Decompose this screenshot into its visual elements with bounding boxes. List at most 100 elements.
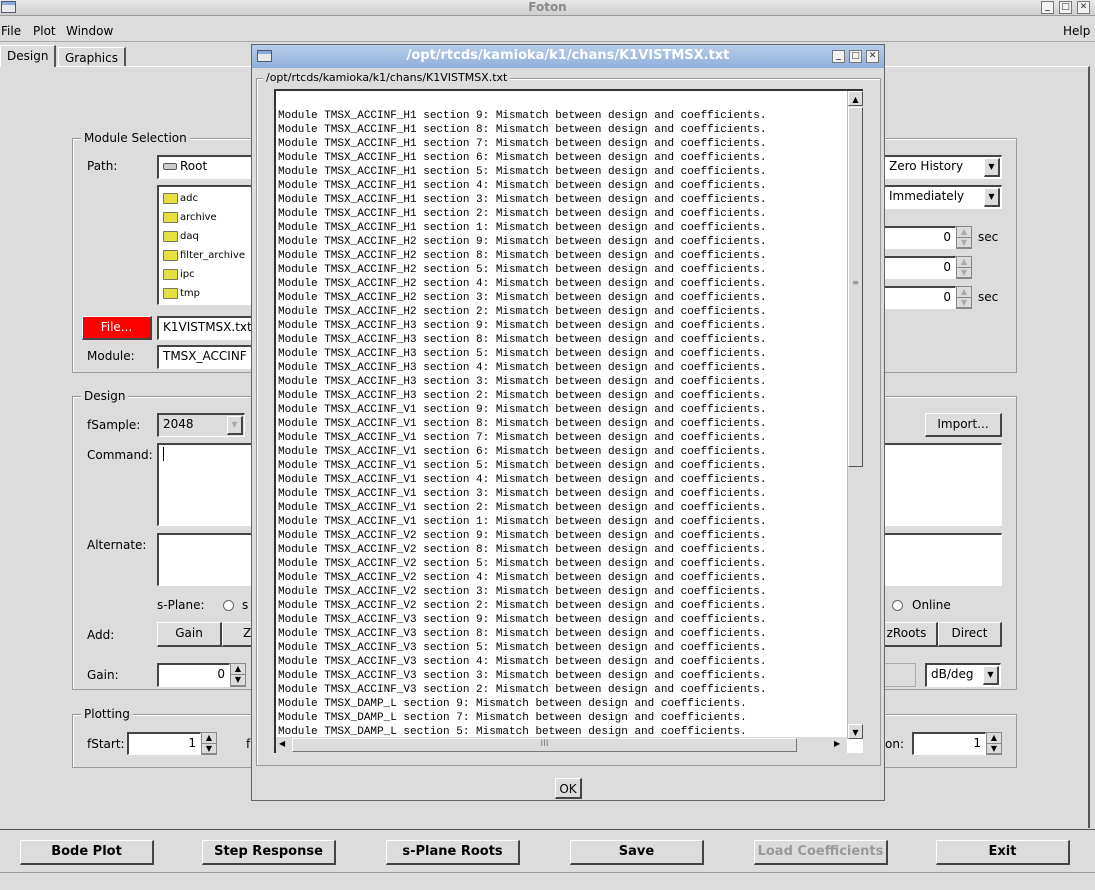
menu-file[interactable]: File xyxy=(1,24,21,38)
chevron-down-icon[interactable]: ▼ xyxy=(983,666,999,685)
add-zroots-button[interactable]: zRoots xyxy=(876,622,938,647)
splane-roots-button[interactable]: s-Plane Roots xyxy=(386,840,520,865)
vertical-scrollbar[interactable]: ▲ ≡ ▼ xyxy=(847,91,863,739)
message-line: Module TMSX_DAMP_L section 9: Mismatch b… xyxy=(278,698,747,710)
message-line: Module TMSX_ACCINF_H2 section 4: Mismatc… xyxy=(278,278,767,290)
fsample-value: 2048 xyxy=(163,417,194,431)
gain-stepper[interactable]: ▲ ▼ xyxy=(230,663,246,687)
spin3-stepper[interactable]: ▲ ▼ xyxy=(956,286,972,309)
splane-radio-s[interactable] xyxy=(223,600,234,611)
tab-graphics[interactable]: Graphics xyxy=(58,47,126,67)
scroll-up-icon[interactable]: ▲ xyxy=(848,91,863,106)
minimize-icon[interactable]: _ xyxy=(1041,1,1054,14)
dialog-minimize-icon[interactable]: _ xyxy=(832,50,845,63)
spin3-field[interactable]: 0 xyxy=(880,286,956,309)
message-line: Module TMSX_ACCINF_H3 section 4: Mismatc… xyxy=(278,362,767,374)
window-titlebar: Foton _ □ ✕ xyxy=(0,0,1095,16)
folder-list-item[interactable]: ipc xyxy=(163,269,195,280)
menu-help[interactable]: Help xyxy=(1063,24,1090,38)
message-line: Module TMSX_ACCINF_H1 section 3: Mismatc… xyxy=(278,194,767,206)
spin1-stepper[interactable]: ▲ ▼ xyxy=(956,226,972,249)
resolution-field[interactable]: 1 xyxy=(912,732,986,755)
message-line: Module TMSX_ACCINF_V1 section 5: Mismatc… xyxy=(278,460,767,472)
menu-window[interactable]: Window xyxy=(66,24,113,38)
step-response-button[interactable]: Step Response xyxy=(202,840,336,865)
menu-plot[interactable]: Plot xyxy=(33,24,56,38)
fstart-stepper[interactable]: ▲ ▼ xyxy=(201,732,217,755)
dialog-maximize-icon[interactable]: □ xyxy=(849,50,862,63)
load-coefficients-button: Load Coefficients xyxy=(754,840,888,865)
message-line: Module TMSX_ACCINF_V3 section 3: Mismatc… xyxy=(278,670,767,682)
message-line: Module TMSX_ACCINF_V1 section 3: Mismatc… xyxy=(278,488,767,500)
add-direct-button[interactable]: Direct xyxy=(938,622,1002,647)
exit-button[interactable]: Exit xyxy=(936,840,1070,865)
add-label: Add: xyxy=(87,628,115,642)
chevron-down-icon: ▼ xyxy=(227,416,243,435)
gain-display-field xyxy=(880,663,916,687)
vertical-scroll-thumb[interactable]: ≡ xyxy=(848,107,863,467)
message-line: Module TMSX_ACCINF_V1 section 8: Mismatc… xyxy=(278,418,767,430)
fsample-dropdown[interactable]: 2048 ▼ xyxy=(157,413,245,437)
message-line: Module TMSX_ACCINF_V2 section 9: Mismatc… xyxy=(278,530,767,542)
horizontal-scrollbar[interactable]: ◀ III ▶ xyxy=(276,737,847,753)
maximize-icon[interactable]: □ xyxy=(1059,1,1072,14)
close-icon[interactable]: ✕ xyxy=(1077,1,1090,14)
fstart-field[interactable]: 1 xyxy=(127,732,201,755)
spin2-stepper[interactable]: ▲ ▼ xyxy=(956,256,972,279)
folder-icon xyxy=(163,250,178,261)
resolution-label: on: xyxy=(885,737,904,751)
alternate-label: Alternate: xyxy=(87,538,147,552)
message-line: Module TMSX_ACCINF_H3 section 9: Mismatc… xyxy=(278,320,767,332)
folder-list-item[interactable]: filter_archive xyxy=(163,250,245,261)
folder-list-item[interactable]: adc xyxy=(163,193,198,204)
folder-list-item[interactable]: daq xyxy=(163,231,199,242)
command-textarea-right[interactable] xyxy=(880,443,1002,526)
message-line: Module TMSX_ACCINF_V2 section 3: Mismatc… xyxy=(278,586,767,598)
splane-option-s: s xyxy=(242,598,249,612)
dialog-title: /opt/rtcds/kamioka/k1/chans/K1VISTMSX.tx… xyxy=(406,48,730,63)
folder-list-item[interactable]: archive xyxy=(163,212,217,223)
folder-icon xyxy=(163,288,178,299)
file-button[interactable]: File... xyxy=(82,316,152,340)
save-button[interactable]: Save xyxy=(570,840,704,865)
folder-icon xyxy=(163,212,178,223)
message-line: Module TMSX_ACCINF_H1 section 2: Mismatc… xyxy=(278,208,767,220)
drive-icon xyxy=(163,163,177,170)
dialog-close-icon[interactable]: ✕ xyxy=(866,50,879,63)
resolution-stepper[interactable]: ▲ ▼ xyxy=(986,732,1002,755)
message-line: Module TMSX_ACCINF_V1 section 7: Mismatc… xyxy=(278,432,767,444)
alternate-textarea-right[interactable] xyxy=(880,533,1002,586)
path-value: Root xyxy=(180,159,208,173)
history-dropdown[interactable]: Zero History ▼ xyxy=(883,155,1002,179)
dialog-group-label: /opt/rtcds/kamioka/k1/chans/K1VISTMSX.tx… xyxy=(263,71,511,84)
timing-dropdown[interactable]: Immediately ▼ xyxy=(883,185,1002,209)
message-line: Module TMSX_ACCINF_H1 section 6: Mismatc… xyxy=(278,152,767,164)
chevron-down-icon[interactable]: ▼ xyxy=(984,188,1000,207)
scroll-down-icon[interactable]: ▼ xyxy=(848,724,863,739)
fstop-label: f xyxy=(246,737,251,751)
messages-textarea[interactable]: Module TMSX_ACCINF_H1 section 9: Mismatc… xyxy=(274,89,863,753)
gain-field[interactable]: 0 xyxy=(157,663,230,687)
splane-option-online: Online xyxy=(912,598,951,612)
spin1-field[interactable]: 0 xyxy=(880,226,956,249)
timing-value: Immediately xyxy=(889,189,965,203)
splane-label: s-Plane: xyxy=(157,598,205,612)
add-gain-button[interactable]: Gain xyxy=(157,622,222,647)
message-line: Module TMSX_ACCINF_H1 section 9: Mismatc… xyxy=(278,110,767,122)
import-button[interactable]: Import... xyxy=(925,413,1002,437)
ok-button[interactable]: OK xyxy=(555,778,582,799)
splane-radio-online[interactable] xyxy=(892,600,903,611)
folder-list-item[interactable]: tmp xyxy=(163,288,200,299)
command-label: Command: xyxy=(87,448,153,462)
message-line: Module TMSX_ACCINF_V1 section 4: Mismatc… xyxy=(278,474,767,486)
units-dropdown[interactable]: dB/deg ▼ xyxy=(925,663,1001,687)
message-line: Module TMSX_ACCINF_H2 section 8: Mismatc… xyxy=(278,250,767,262)
spin2-field[interactable]: 0 xyxy=(880,256,956,279)
horizontal-scroll-thumb[interactable]: III xyxy=(292,738,797,752)
scroll-right-icon[interactable]: ▶ xyxy=(834,739,840,748)
scroll-left-icon[interactable]: ◀ xyxy=(279,739,285,748)
tab-design[interactable]: Design xyxy=(0,45,57,67)
message-line: Module TMSX_ACCINF_V3 section 4: Mismatc… xyxy=(278,656,767,668)
chevron-down-icon[interactable]: ▼ xyxy=(984,158,1000,177)
bode-plot-button[interactable]: Bode Plot xyxy=(20,840,154,865)
